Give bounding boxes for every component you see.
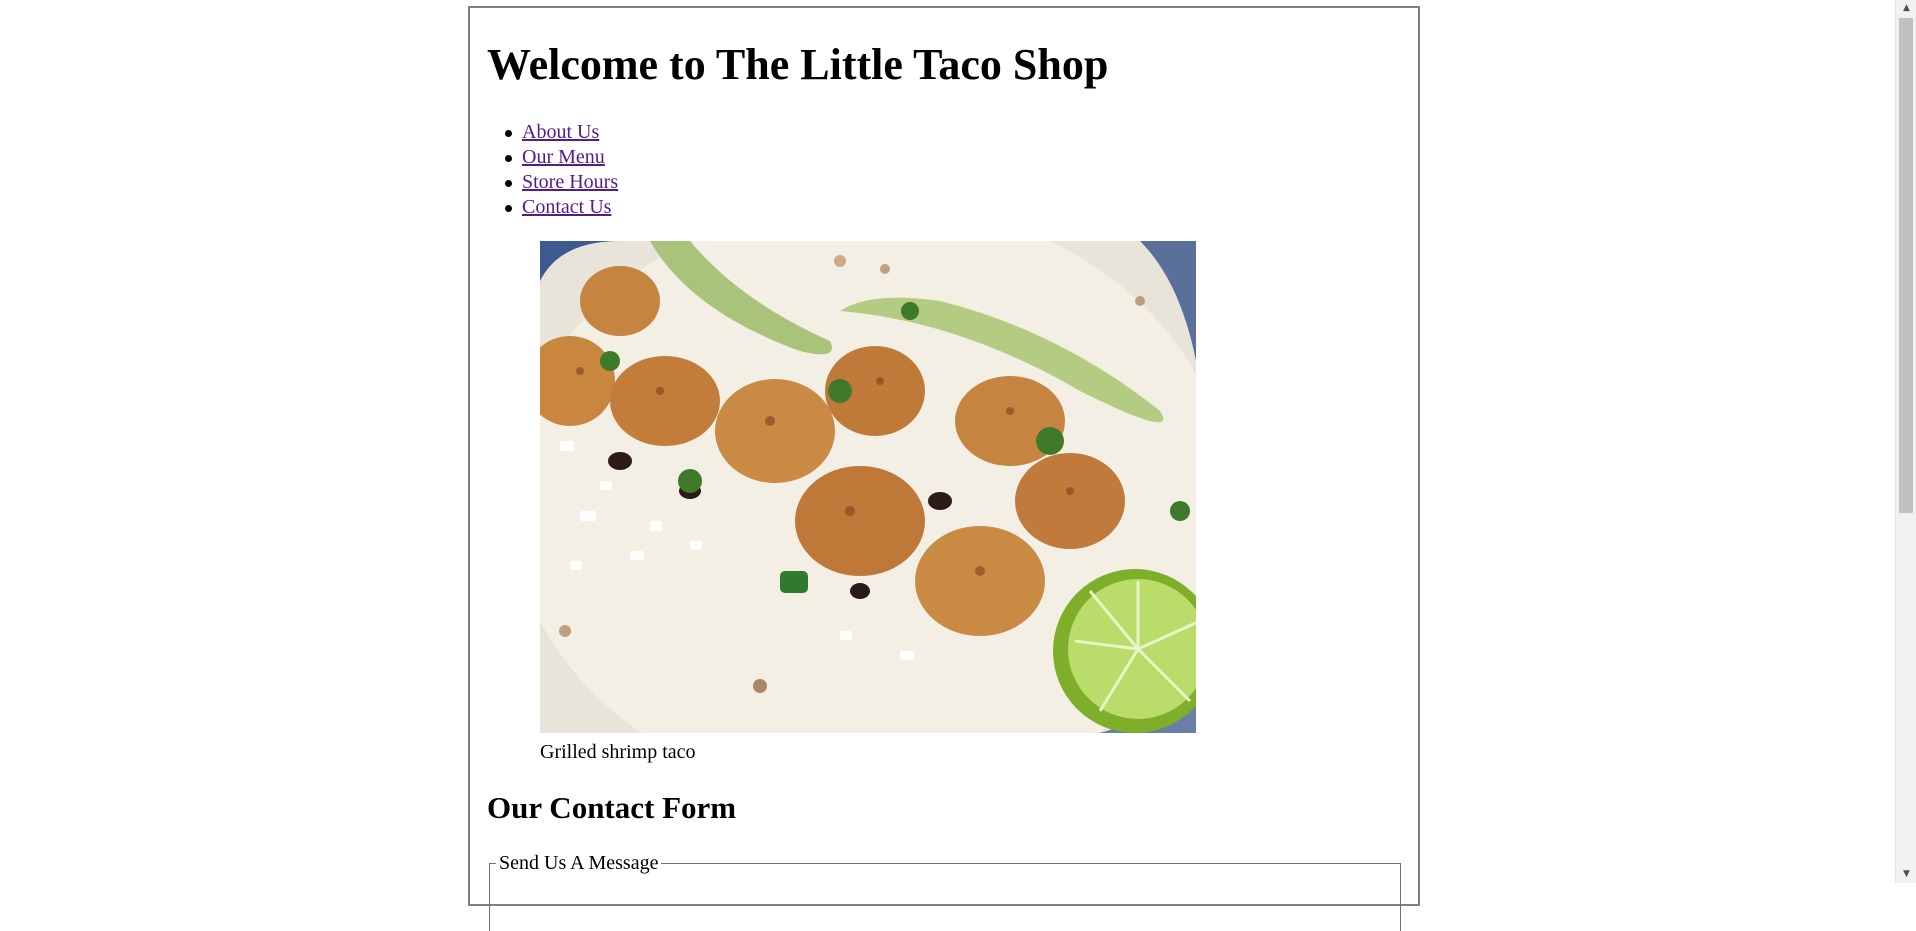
nav-link-about-us[interactable]: About Us xyxy=(522,121,599,143)
page-container: Welcome to The Little Taco Shop About Us… xyxy=(468,6,1420,931)
nav-link-our-menu[interactable]: Our Menu xyxy=(522,146,605,168)
taco-photo-caption: Grilled shrimp taco xyxy=(540,741,696,763)
contact-fieldset: Send Us A Message xyxy=(489,851,1401,931)
taco-photo xyxy=(540,241,1196,733)
contact-fieldset-legend: Send Us A Message xyxy=(499,852,659,874)
nav-item-menu: Our Menu xyxy=(504,145,618,170)
taco-figure: Grilled shrimp taco xyxy=(540,241,1196,764)
nav-link-store-hours[interactable]: Store Hours xyxy=(522,171,618,193)
main-nav: About Us Our Menu Store Hours Contact Us xyxy=(504,120,618,220)
scroll-down-arrow-icon[interactable]: ▼ xyxy=(1896,866,1916,883)
scroll-thumb[interactable] xyxy=(1899,18,1913,513)
contact-form-heading: Our Contact Form xyxy=(487,790,737,825)
scroll-up-arrow-icon[interactable]: ▲ xyxy=(1896,0,1916,17)
vertical-scrollbar[interactable]: ▲ ▼ xyxy=(1895,0,1916,883)
nav-item-contact: Contact Us xyxy=(504,195,618,220)
nav-item-hours: Store Hours xyxy=(504,170,618,195)
nav-link-contact-us[interactable]: Contact Us xyxy=(522,196,611,218)
page-title: Welcome to The Little Taco Shop xyxy=(487,40,1109,89)
nav-item-about: About Us xyxy=(504,120,618,145)
